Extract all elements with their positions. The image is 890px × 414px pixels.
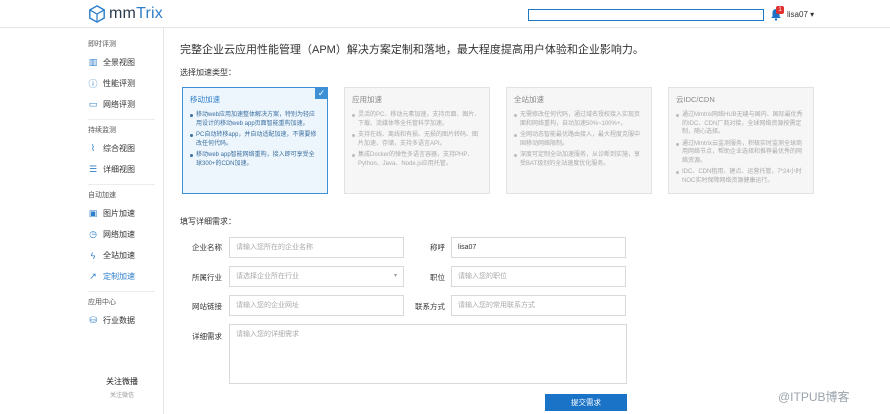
diagonal-arrow-icon: ↗: [89, 271, 97, 281]
card-bullet: 全网动态智能最优路由接入，最大程度克服中国移动网络限制。: [514, 131, 644, 148]
sidebar-item-performance[interactable]: ⓘ 性能评测: [80, 73, 163, 94]
detail-label: 详细需求: [192, 332, 222, 341]
sidebar: 即时评测 ▥ 全景视图 ⓘ 性能评测 ▭ 网络评测 持续监测 ⌇ 综合视图 ☰ 详细视图 …: [80, 28, 164, 414]
card-cloud-idc[interactable]: 云IDC/CDN 通过Mmtrix网络HUB无缝与国内、国际最优秀的IDC、CD…: [668, 87, 814, 194]
info-icon: ⓘ: [88, 79, 98, 89]
follow-subtitle: 关注微信: [109, 393, 134, 399]
sidebar-group-title: 即时评测: [88, 41, 116, 48]
card-bullet: 移动web app智能网络重构，接入即可享受全球300+的CDN加速。: [190, 151, 320, 168]
card-bullet: 灵活的PC、移动元素加速，支持页面、图片、下载、流媒体等全托管科学加速。: [352, 111, 482, 128]
sidebar-item-detail[interactable]: ☰ 详细视图: [80, 159, 163, 180]
position-input[interactable]: 请输入您的职位: [451, 266, 626, 287]
card-bullet: 深度可定制全站加速服务，从诊断到实施，享受BAT级别的全站速度优化服务。: [514, 151, 644, 168]
divider: [88, 184, 155, 185]
website-input[interactable]: 请输入您的企业网址: [229, 295, 404, 316]
sidebar-group-title: 自动加速: [88, 192, 116, 199]
user-menu[interactable]: lisa07 ▾: [787, 10, 814, 19]
sidebar-item-panorama[interactable]: ▥ 全景视图: [80, 52, 163, 73]
card-bullet: 通过Mmtrix云监测服务，积极实时监测全球商用网络节点，帮助企业选择和推荐最优…: [676, 140, 806, 166]
search-input[interactable]: [528, 9, 764, 21]
chevron-down-icon: ▾: [393, 273, 397, 279]
card-title: 应用加速: [352, 95, 382, 104]
company-label: 企业名称: [192, 243, 222, 252]
logo[interactable]: mmTrix: [88, 3, 163, 25]
sidebar-item-network-eval[interactable]: ▭ 网络评测: [80, 94, 163, 115]
logo-text: mmTrix: [109, 5, 163, 22]
sidebar-item-overview[interactable]: ⌇ 综合视图: [80, 138, 163, 159]
card-bullet: 支持在线、离线和有损、无损的图片转码、图片加速、存储，支持多语言API。: [352, 131, 482, 148]
sidebar-group-title: 持续监测: [88, 127, 116, 134]
sidebar-item-custom-accel[interactable]: ↗ 定制加速: [80, 266, 163, 287]
detail-textarea[interactable]: 请输入您的详细需求: [229, 324, 627, 384]
lightning-icon: ϟ: [90, 250, 96, 261]
card-title: 移动加速: [190, 95, 220, 104]
industry-select[interactable]: 请选择企业所在行业 ▾: [229, 266, 404, 287]
card-title: 全站加速: [514, 95, 544, 104]
clock-icon: ◷: [89, 229, 97, 239]
database-icon: ⛁: [89, 315, 97, 325]
contact-label: 联系方式: [415, 302, 445, 311]
sidebar-item-industry-data[interactable]: ⛁ 行业数据: [80, 310, 163, 331]
card-bullet: 移动web应用加速整体解决方案，特别为轻应用设计的移动web app页面智能重构…: [190, 111, 320, 128]
industry-label: 所属行业: [192, 273, 222, 282]
card-mobile-accel[interactable]: ✓ 移动加速 移动web应用加速整体解决方案，特别为轻应用设计的移动web ap…: [182, 87, 328, 194]
card-bullet: IDC、CDN租用、建点、运营托管，7*24小时NOC实时保障网络资源健康运行。: [676, 168, 806, 185]
cube-logo-icon: [89, 5, 105, 23]
card-bullet: 通过Mmtrix网络HUB无缝与国内、国际最优秀的IDC、CDN厂商对接，全球网…: [676, 111, 806, 137]
contact-input[interactable]: 请输入您的常用联系方式: [451, 295, 626, 316]
sidebar-item-network-accel[interactable]: ◷ 网络加速: [80, 224, 163, 245]
sidebar-group-title: 应用中心: [88, 299, 116, 306]
card-bullet: PC自动转移app，并自动适配加速，不需要修改任何代码。: [190, 131, 320, 148]
list-icon: ☰: [88, 164, 98, 174]
card-bullet: 无需修改任何代码，通过域名授权接入实现页面和网络重构，自动加速50%~100%+…: [514, 111, 644, 128]
form-label: 填写详细需求：: [180, 217, 236, 226]
check-icon: ✓: [315, 87, 328, 99]
position-label: 职位: [430, 273, 445, 282]
notification-bell[interactable]: 1: [770, 6, 784, 22]
monitor-icon: ▭: [88, 99, 98, 109]
watermark: @ITPUB博客: [778, 390, 850, 404]
nick-label: 称呼: [430, 243, 445, 252]
company-input[interactable]: 请输入您所在的企业名称: [229, 237, 404, 258]
submit-button[interactable]: 提交需求: [545, 394, 627, 411]
choose-type-label: 选择加速类型：: [180, 68, 236, 77]
notification-badge: 1: [776, 6, 784, 14]
nick-input[interactable]: lisa07: [451, 237, 626, 258]
page-headline: 完整企业云应用性能管理（APM）解决方案定制和落地，最大程度提高用户体验和企业影…: [180, 44, 644, 56]
follow-section[interactable]: 关注微播 关注微信: [80, 376, 164, 399]
sidebar-item-image-accel[interactable]: ▣ 图片加速: [80, 203, 163, 224]
card-app-accel[interactable]: 应用加速 灵活的PC、移动元素加速，支持页面、图片、下载、流媒体等全托管科学加速…: [344, 87, 490, 194]
sidebar-item-site-accel[interactable]: ϟ 全站加速: [80, 245, 163, 266]
website-label: 网站链接: [192, 302, 222, 311]
image-icon: ▣: [88, 208, 98, 218]
divider: [88, 291, 155, 292]
card-bullet: 集成Docker的弹性多语言容器，支持PHP、Python、Java、Node.…: [352, 151, 482, 168]
follow-title: 关注微播: [106, 377, 138, 386]
card-site-accel[interactable]: 全站加速 无需修改任何代码，通过域名授权接入实现页面和网络重构，自动加速50%~…: [506, 87, 652, 194]
divider: [88, 119, 155, 120]
line-chart-icon: ⌇: [90, 143, 96, 153]
bar-chart-icon: ▥: [88, 57, 98, 67]
card-title: 云IDC/CDN: [676, 95, 715, 104]
top-bar: mmTrix 1 lisa07 ▾: [0, 0, 890, 28]
